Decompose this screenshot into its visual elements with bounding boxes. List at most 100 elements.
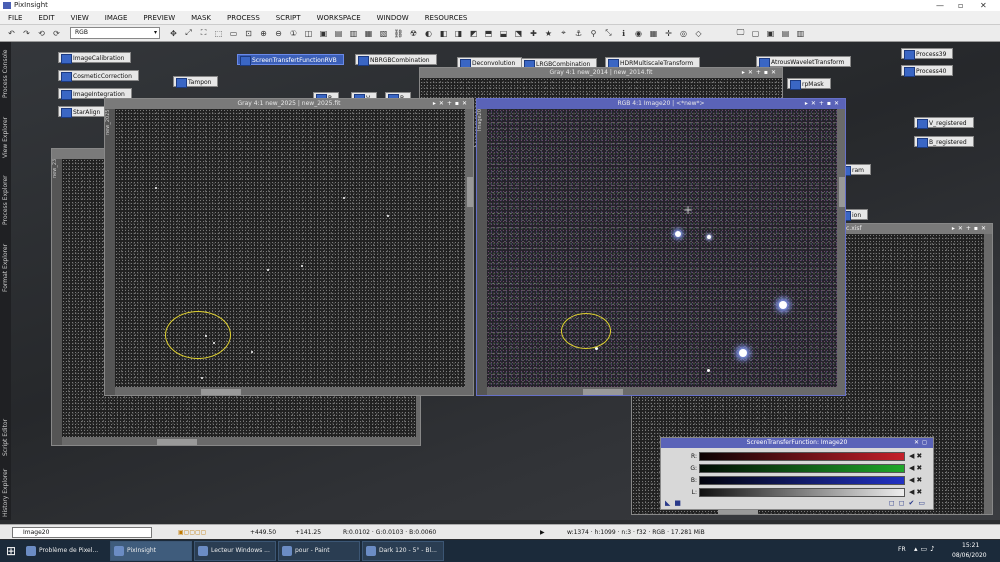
window-image20[interactable]: RGB 4:1 Image20 | <*new*> ▸✕+▪✕ Image20 … [476, 98, 846, 396]
window-new-2025-side-tab[interactable]: new_2025 [105, 109, 115, 395]
window-controls-icon[interactable]: ▸✕+▪✕ [952, 224, 989, 234]
window-new-23-side-tab[interactable]: new_23 [52, 159, 62, 445]
cursor-icon[interactable]: ⤡ [602, 27, 615, 40]
icon-v-registered[interactable]: V_registered [914, 117, 974, 129]
window-controls-icon[interactable]: ▸✕+▪✕ [433, 99, 470, 109]
zoom-1-1-icon[interactable]: ① [287, 27, 300, 40]
task-media-player[interactable]: Lecteur Windows ... [194, 541, 276, 561]
stf-slider-lum[interactable] [699, 487, 905, 497]
icon-cosmeticcorrection[interactable]: CosmeticCorrection [58, 70, 139, 82]
task-paint[interactable]: pour - Paint [278, 541, 360, 561]
window-image20-hscroll[interactable] [583, 389, 623, 395]
stf-panel[interactable]: ScreenTransferFunction: Image20 ✕◻ R: ◀✖… [660, 437, 934, 510]
icon-rpmask[interactable]: rpMask [787, 78, 831, 90]
tab-format-explorer[interactable]: Format Explorer [0, 238, 11, 298]
anchor-icon[interactable]: ⚓ [572, 27, 585, 40]
stf-row-tools-icon[interactable]: ◀✖ [909, 464, 924, 472]
window-controls-icon[interactable]: ▸✕+▪✕ [742, 68, 779, 78]
tab-view-explorer[interactable]: View Explorer [0, 112, 11, 162]
menu-image[interactable]: IMAGE [97, 14, 136, 22]
zoom-region-icon[interactable]: ⬚ [212, 27, 225, 40]
window-new-23-hscroll[interactable] [157, 439, 197, 445]
tab-history-explorer[interactable]: History Explorer [0, 468, 11, 518]
tab-process-explorer[interactable]: Process Explorer [0, 170, 11, 230]
preview-edit-icon[interactable]: ⬓ [497, 27, 510, 40]
close-icon[interactable]: ✕ [980, 0, 987, 11]
readout-icon[interactable]: ✚ [527, 27, 540, 40]
undo-icon[interactable]: ↶ [5, 27, 18, 40]
task-chrome[interactable]: Problème de Pixel... [22, 541, 108, 561]
pan-mode-icon[interactable]: ✥ [167, 27, 180, 40]
minimize-icon[interactable]: — [936, 0, 944, 11]
play-icon[interactable]: ▶ [540, 529, 545, 536]
workspace-2-icon[interactable]: ▣ [764, 27, 777, 40]
tray-icons[interactable]: ▴▭♪ [914, 545, 938, 553]
stf-slider-blue[interactable] [699, 475, 905, 485]
stf-titlebar[interactable]: ScreenTransferFunction: Image20 ✕◻ [661, 438, 933, 448]
channel-green-icon[interactable]: ▥ [347, 27, 360, 40]
stf-apply-icons[interactable]: ◻◻✔▭ [889, 499, 929, 507]
menu-window[interactable]: WINDOW [369, 14, 417, 22]
mask-show-icon[interactable]: ◨ [452, 27, 465, 40]
menu-script[interactable]: SCRIPT [268, 14, 309, 22]
stf-reset-icon[interactable]: ◐ [422, 27, 435, 40]
icon-nbrgbcombination[interactable]: NBRGBCombination [355, 54, 437, 66]
undo-all-icon[interactable]: ⟲ [35, 27, 48, 40]
channel-blue-icon[interactable]: ▦ [362, 27, 375, 40]
zoom-fit-window-icon[interactable]: ◫ [302, 27, 315, 40]
window-image20-side-tab[interactable]: Image20 [477, 109, 487, 395]
redo-all-icon[interactable]: ⟳ [50, 27, 63, 40]
windows-start-icon[interactable]: ⊞ [0, 540, 22, 562]
window-image20-titlebar[interactable]: RGB 4:1 Image20 | <*new*> ▸✕+▪✕ [477, 99, 845, 109]
window-new-2025-titlebar[interactable]: Gray 4:1 new_2025 | new_2025.fit ▸✕+▪✕ [105, 99, 473, 109]
window-new-2025-vscroll[interactable] [467, 177, 473, 207]
menu-file[interactable]: FILE [0, 14, 30, 22]
star-icon[interactable]: ★ [542, 27, 555, 40]
icon-process40[interactable]: Process40 [901, 65, 954, 77]
info-icon[interactable]: ℹ [617, 27, 630, 40]
tab-script-editor[interactable]: Script Editor [0, 412, 11, 462]
icon-staralign[interactable]: StarAlign [58, 106, 108, 118]
monitor-icon[interactable]: 🖵 [734, 27, 747, 40]
stf-bottom-tools-icon[interactable]: ◣■ [665, 499, 685, 507]
menu-preview[interactable]: PREVIEW [135, 14, 183, 22]
color-space-select[interactable]: RGB [70, 27, 160, 39]
menu-edit[interactable]: EDIT [30, 14, 62, 22]
preview-new-icon[interactable]: ⬒ [482, 27, 495, 40]
target-icon[interactable]: ◎ [677, 27, 690, 40]
channel-lum-icon[interactable]: ▧ [377, 27, 390, 40]
icon-atrouswavelettransform[interactable]: AtrousWaveletTransform [756, 56, 852, 68]
stf-auto-icon[interactable]: ☢ [407, 27, 420, 40]
dynamic-crop-icon[interactable]: ⊡ [242, 27, 255, 40]
link-icon[interactable]: ⛓ [392, 27, 405, 40]
channel-red-icon[interactable]: ▤ [332, 27, 345, 40]
icon-screentransfertfunctionrvb[interactable]: ScreenTransfertFunctionRVB [237, 54, 344, 66]
keyboard-language[interactable]: FR [898, 546, 906, 553]
menu-workspace[interactable]: WORKSPACE [309, 14, 369, 22]
zoom-fit-icon[interactable]: ⛶ [197, 27, 210, 40]
window-image20-vscroll[interactable] [839, 177, 845, 207]
menu-mask[interactable]: MASK [183, 14, 219, 22]
crosshair-icon[interactable]: ✛ [662, 27, 675, 40]
stf-row-tools-icon[interactable]: ◀✖ [909, 488, 924, 496]
icon-imagecalibration[interactable]: ImageCalibration [58, 52, 132, 64]
mask-icon[interactable]: ◧ [437, 27, 450, 40]
probe-icon[interactable]: ⚲ [587, 27, 600, 40]
fit-view-icon[interactable]: ⤢ [182, 27, 195, 40]
stf-row-tools-icon[interactable]: ◀✖ [909, 452, 924, 460]
measure-icon[interactable]: ⌖ [557, 27, 570, 40]
task-pixinsight[interactable]: PixInsight [110, 541, 192, 561]
stf-slider-red[interactable] [699, 451, 905, 461]
preview-delete-icon[interactable]: ⬔ [512, 27, 525, 40]
menu-resources[interactable]: RESOURCES [417, 14, 476, 22]
icon-tampon[interactable]: Tampon [173, 76, 219, 88]
status-icons[interactable]: ▣▢▢▢▢ [178, 529, 206, 536]
menu-process[interactable]: PROCESS [219, 14, 268, 22]
workspace-4-icon[interactable]: ▥ [794, 27, 807, 40]
task-explorer[interactable]: Dark 120 - 5° - Bl... [362, 541, 444, 561]
stf-row-tools-icon[interactable]: ◀✖ [909, 476, 924, 484]
shape-icon[interactable]: ◇ [692, 27, 705, 40]
window-new-2025-hscroll[interactable] [201, 389, 241, 395]
image-view-image20[interactable] [487, 109, 837, 387]
workspace-1-icon[interactable]: ▢ [749, 27, 762, 40]
